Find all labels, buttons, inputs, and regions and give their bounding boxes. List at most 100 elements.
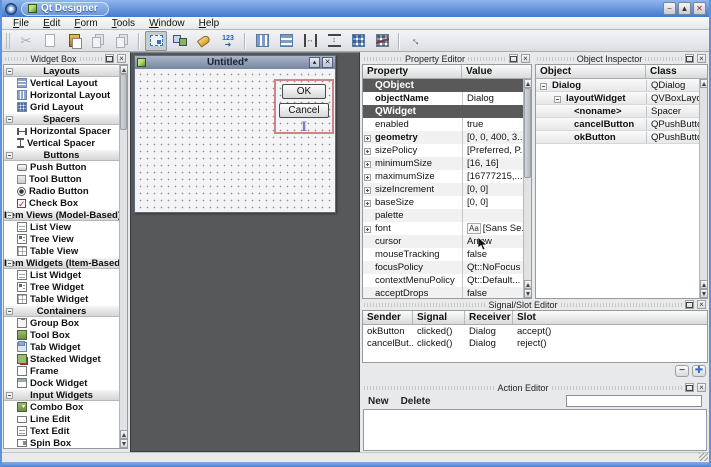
close-icon[interactable]: × [697, 383, 706, 392]
form-canvas[interactable]: OK Cancel I [135, 69, 335, 212]
scroll-up-icon[interactable] [700, 280, 708, 289]
collapse-icon[interactable] [540, 83, 547, 90]
edit-tab-order-icon[interactable]: 123➜ [217, 31, 239, 51]
copy-icon[interactable] [87, 31, 109, 51]
scrollbar-thumb[interactable] [524, 88, 531, 178]
close-icon[interactable]: × [117, 54, 126, 63]
collapse-icon[interactable] [6, 308, 13, 315]
add-connection-button[interactable]: ✚ [692, 365, 706, 377]
expand-icon[interactable] [364, 161, 371, 168]
property-row[interactable]: palette [363, 209, 523, 222]
widgetbox-category-input-widgets[interactable]: Input Widgets [4, 389, 119, 401]
menu-file[interactable]: File [6, 17, 36, 30]
object-inspector-scrollbar[interactable] [699, 79, 707, 298]
edit-signals-slots-icon[interactable] [169, 31, 191, 51]
widgetbox-item-tool-box[interactable]: Tool Box [4, 329, 119, 341]
property-row[interactable]: sizePolicy[Preferred, P... [363, 144, 523, 157]
menu-window[interactable]: Window [142, 17, 192, 30]
widget-box-scrollbar[interactable] [119, 65, 127, 448]
property-row[interactable]: enabledtrue [363, 118, 523, 131]
property-row[interactable]: cursorArrow [363, 235, 523, 248]
new-form-icon[interactable] [39, 31, 61, 51]
object-row-dialog[interactable]: DialogQDialog [536, 79, 699, 92]
resize-grip-icon[interactable] [699, 453, 708, 461]
scroll-down-icon[interactable] [524, 289, 532, 298]
widgetbox-item-tree-view[interactable]: Tree View [4, 233, 119, 245]
property-row[interactable]: maximumSize[16777215,... [363, 170, 523, 183]
layout-vertical-icon[interactable] [251, 31, 273, 51]
menu-form[interactable]: Form [67, 17, 104, 30]
remove-connection-button[interactable]: − [675, 365, 689, 377]
widgetbox-item-group-box[interactable]: Group Box [4, 317, 119, 329]
property-row[interactable]: minimumSize[16, 16] [363, 157, 523, 170]
collapse-icon[interactable] [6, 116, 13, 123]
maximize-button[interactable]: ▲ [678, 2, 691, 15]
adjust-size-icon[interactable]: ↔ [405, 31, 427, 51]
expand-icon[interactable] [364, 148, 371, 155]
object-row-layoutwidget[interactable]: layoutWidgetQVBoxLayout [536, 92, 699, 105]
widgetbox-item-table-view[interactable]: Table View [4, 245, 119, 257]
property-editor-scrollbar[interactable] [523, 79, 531, 298]
float-icon[interactable] [105, 54, 114, 63]
widgetbox-item-vertical-layout[interactable]: Vertical Layout [4, 77, 119, 89]
column-sender[interactable]: Sender [363, 311, 413, 324]
form-shade-icon[interactable]: ▴ [309, 57, 320, 68]
widgetbox-item-tree-widget[interactable]: Tree Widget [4, 281, 119, 293]
widgetbox-item-stacked-widget[interactable]: Stacked Widget [4, 353, 119, 365]
property-row[interactable]: contextMenuPolicyQt::Default... [363, 274, 523, 287]
expand-icon[interactable] [364, 187, 371, 194]
delete-action-button[interactable]: Delete [401, 396, 431, 407]
widgetbox-item-text-edit[interactable]: Text Edit [4, 425, 119, 437]
close-icon[interactable]: × [521, 54, 530, 63]
property-row[interactable]: focusPolicyQt::NoFocus [363, 261, 523, 274]
window-menu-button[interactable]: ▾ [5, 3, 17, 15]
layout-split-vertical-icon[interactable]: ↕ [323, 31, 345, 51]
collapse-icon[interactable] [6, 212, 13, 219]
scroll-up-icon[interactable] [700, 79, 708, 88]
widgetbox-item-list-view[interactable]: List View [4, 221, 119, 233]
property-row[interactable]: geometry[0, 0, 400, 3... [363, 131, 523, 144]
window-titlebar[interactable]: ▾ Qt Designer − ▲ ✕ [2, 0, 709, 17]
property-row[interactable]: mouseTrackingfalse [363, 248, 523, 261]
layout-split-horizontal-icon[interactable]: ↔ [299, 31, 321, 51]
column-value[interactable]: Value [462, 65, 531, 78]
form-window[interactable]: Untitled* ▴ ✕ OK Cancel I [134, 55, 336, 213]
cut-icon[interactable]: ✂ [15, 31, 37, 51]
new-action-button[interactable]: New [368, 396, 389, 407]
widgetbox-item-frame[interactable]: Frame [4, 365, 119, 377]
widgetbox-item-horizontal-spacer[interactable]: Horizontal Spacer [4, 125, 119, 137]
scroll-up-icon[interactable] [120, 65, 128, 74]
column-class[interactable]: Class [646, 65, 707, 78]
menu-help[interactable]: Help [192, 17, 227, 30]
scroll-up-icon[interactable] [120, 430, 128, 439]
column-signal[interactable]: Signal [413, 311, 465, 324]
widgetbox-item-vertical-spacer[interactable]: Vertical Spacer [4, 137, 119, 149]
object-inspector-titlebar[interactable]: Object Inspector × [535, 53, 708, 64]
layout-horizontal-icon[interactable] [275, 31, 297, 51]
widgetbox-item-dock-widget[interactable]: Dock Widget [4, 377, 119, 389]
signal-slot-titlebar[interactable]: Signal/Slot Editor × [362, 299, 708, 310]
object-row-cancelbutton[interactable]: cancelButtonQPushButton [536, 118, 699, 131]
widgetbox-item-grid-layout[interactable]: Grid Layout [4, 101, 119, 113]
column-slot[interactable]: Slot [513, 311, 707, 324]
widgetbox-item-tab-widget[interactable]: Tab Widget [4, 341, 119, 353]
duplicate-icon[interactable] [111, 31, 133, 51]
widgetbox-item-spin-box[interactable]: Spin Box [4, 437, 119, 449]
property-row[interactable]: baseSize[0, 0] [363, 196, 523, 209]
property-row[interactable]: fontAa[Sans Se... [363, 222, 523, 235]
edit-widgets-icon[interactable] [145, 31, 167, 51]
action-editor-titlebar[interactable]: Action Editor × [362, 382, 708, 393]
close-icon[interactable]: × [697, 300, 706, 309]
vertical-spacer[interactable]: I [301, 122, 307, 133]
column-receiver[interactable]: Receiver [465, 311, 513, 324]
widgetbox-item-table-widget[interactable]: Table Widget [4, 293, 119, 305]
float-icon[interactable] [685, 54, 694, 63]
close-button[interactable]: ✕ [693, 2, 706, 15]
widgetbox-category-item-views[interactable]: Item Views (Model-Based) [4, 209, 119, 221]
edit-buddies-icon[interactable] [193, 31, 215, 51]
widgetbox-item-list-widget[interactable]: List Widget [4, 269, 119, 281]
widgetbox-category-layouts[interactable]: Layouts [4, 65, 119, 77]
widgetbox-category-containers[interactable]: Containers [4, 305, 119, 317]
minimize-button[interactable]: − [663, 2, 676, 15]
close-icon[interactable]: × [697, 54, 706, 63]
